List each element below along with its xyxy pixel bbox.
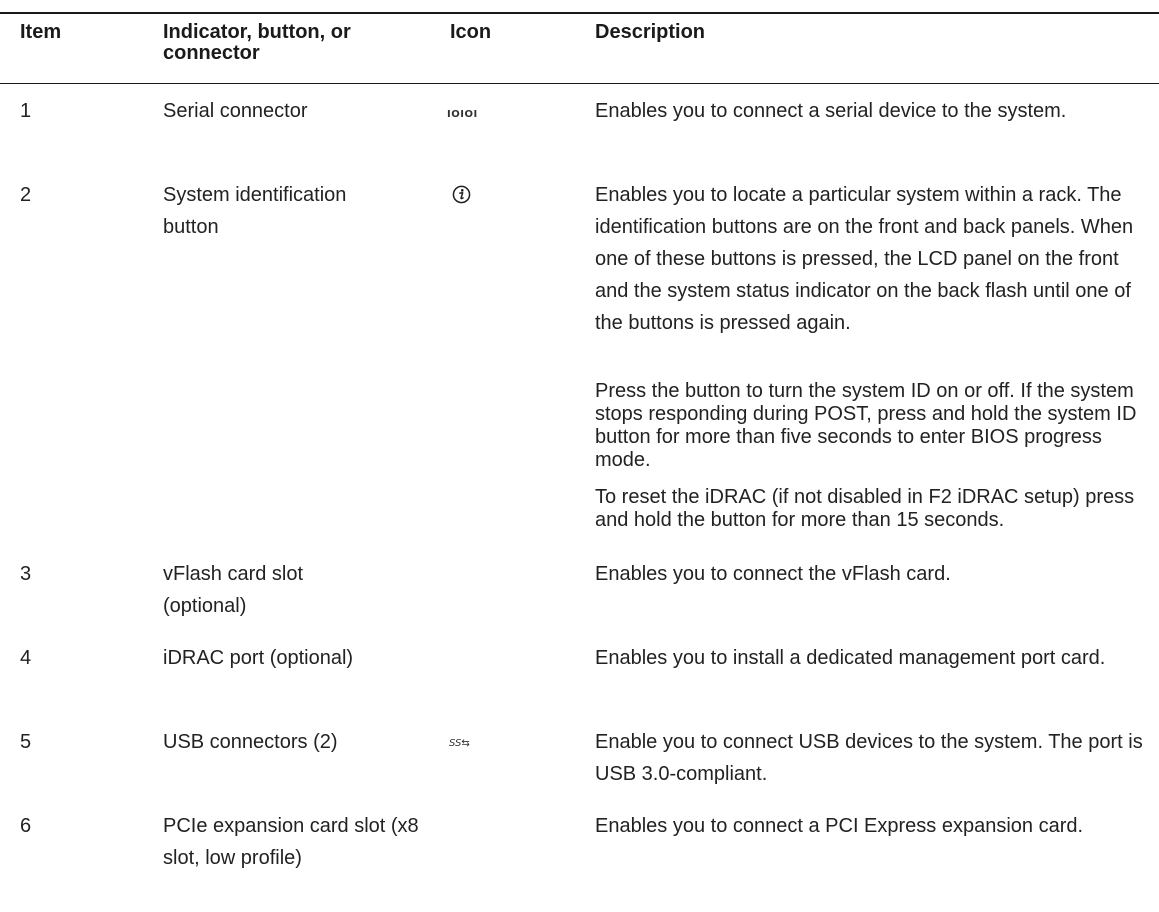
indicator-label: Serial connector [163, 100, 308, 122]
indicator-label: PCIe expansion card slot (x8 slot, low p… [163, 815, 419, 869]
description: To reset the iDRAC (if not disabled in F… [595, 486, 1135, 531]
indicator-label: vFlash card slot (optional) [163, 563, 304, 617]
description: Enables you to connect a PCI Express exp… [595, 815, 1084, 837]
indicator-label: iDRAC port (optional) [163, 647, 354, 669]
header-item: Item [20, 21, 62, 43]
description: Press the button to turn the system ID o… [595, 380, 1137, 471]
description: Enables you to connect a serial device t… [595, 100, 1067, 122]
header-indicator: Indicator, button, or connector [163, 21, 351, 64]
description: Enables you to connect the vFlash card. [595, 563, 951, 585]
description: Enables you to locate a particular syste… [595, 184, 1134, 334]
item-number: 5 [20, 731, 32, 753]
description: Enable you to connect USB devices to the… [595, 731, 1143, 785]
description: Enables you to install a dedicated manag… [595, 647, 1106, 669]
item-number: 4 [20, 647, 32, 669]
item-number: 2 [20, 184, 32, 206]
header-description: Description [595, 21, 706, 43]
item-number: 3 [20, 563, 32, 585]
table-header-rule [0, 83, 1159, 84]
item-number: 1 [20, 100, 32, 122]
indicator-label: System identification button [163, 184, 347, 238]
item-number: 6 [20, 815, 32, 837]
serial-connector-icon: IOIOI [447, 109, 478, 120]
table-top-rule [0, 12, 1159, 14]
usb-ss-icon: SS⇆ [449, 738, 470, 749]
header-icon: Icon [450, 21, 492, 43]
info-icon [452, 185, 471, 204]
indicator-label: USB connectors (2) [163, 731, 338, 753]
